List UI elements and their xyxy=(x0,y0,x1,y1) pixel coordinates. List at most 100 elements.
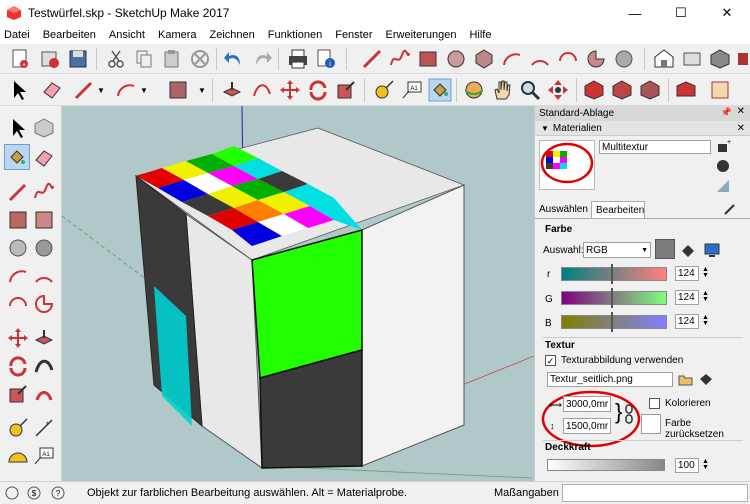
zoom-icon[interactable] xyxy=(518,78,542,102)
orbit-icon[interactable] xyxy=(462,78,486,102)
menu-fenster[interactable]: Fenster xyxy=(335,29,372,41)
tray-close-icon[interactable]: ✕ xyxy=(737,106,745,117)
reset-color-swatch[interactable] xyxy=(641,414,661,434)
close-button[interactable]: ✕ xyxy=(704,0,750,26)
spinner-opacity-icon[interactable]: ▲ ▼ xyxy=(702,458,709,471)
arc-tool-icon[interactable] xyxy=(114,78,138,102)
follow-me-left-icon[interactable] xyxy=(32,354,56,378)
offset-left-icon[interactable] xyxy=(32,382,56,406)
channel-g-input[interactable]: 124 xyxy=(675,290,699,305)
color-mode-select[interactable]: RGB ▼ xyxy=(583,242,651,258)
rotate-icon[interactable] xyxy=(306,78,330,102)
texture-width-input[interactable]: 3000,0mr xyxy=(563,396,611,412)
tab-bearbeiten[interactable]: Bearbeiten xyxy=(591,201,645,218)
texture-file-input[interactable]: Textur_seitlich.png xyxy=(547,372,673,387)
new-file-icon[interactable]: + xyxy=(8,47,32,71)
line-pencil-icon[interactable] xyxy=(72,78,96,102)
push-pull-left-icon[interactable] xyxy=(32,326,56,350)
geo-location-icon[interactable] xyxy=(4,485,20,501)
pencil-tool-icon[interactable] xyxy=(360,47,384,71)
material-name-input[interactable]: Multitextur xyxy=(599,140,711,154)
pan-hand-icon[interactable] xyxy=(490,78,514,102)
help-icon[interactable]: ? xyxy=(50,485,66,501)
layout-icon[interactable] xyxy=(708,78,732,102)
dropdown-arrow-icon[interactable]: ▼ xyxy=(97,86,105,95)
select-arrow-icon[interactable] xyxy=(8,78,32,102)
channel-r-slider[interactable] xyxy=(561,267,667,281)
menu-funktionen[interactable]: Funktionen xyxy=(268,29,322,41)
channel-g-slider[interactable] xyxy=(561,291,667,305)
eraser-icon[interactable] xyxy=(40,78,64,102)
slider-b-handle[interactable] xyxy=(611,312,613,332)
eraser-left-icon[interactable] xyxy=(32,146,56,170)
channel-r-input[interactable]: 124 xyxy=(675,266,699,281)
maximize-button[interactable]: ☐ xyxy=(658,0,704,26)
collapse-triangle-icon[interactable]: ▼ xyxy=(541,124,549,133)
colorize-checkbox[interactable] xyxy=(649,398,660,409)
spinner-r-icon[interactable]: ▲ ▼ xyxy=(702,266,709,279)
warehouse-red-icon[interactable] xyxy=(582,78,606,102)
extension-icon[interactable] xyxy=(736,47,750,71)
paint-bucket-active-icon[interactable] xyxy=(4,144,30,170)
shape-tool-icon[interactable] xyxy=(166,78,190,102)
freehand-icon[interactable] xyxy=(388,47,412,71)
line-left-icon[interactable] xyxy=(6,180,30,204)
pin-icon[interactable]: 📌 xyxy=(721,107,732,118)
3d-warehouse-upload-icon[interactable] xyxy=(680,47,704,71)
chain-link-icon[interactable] xyxy=(625,404,633,424)
erase-icon[interactable] xyxy=(188,47,212,71)
open-icon[interactable] xyxy=(38,47,62,71)
monitor-color-icon[interactable] xyxy=(703,241,721,259)
polygon-left-icon[interactable] xyxy=(32,236,56,260)
minimize-button[interactable]: — xyxy=(612,0,658,26)
spinner-b-icon[interactable]: ▲ ▼ xyxy=(702,314,709,327)
warehouse-icon[interactable] xyxy=(652,47,676,71)
rectangle-icon[interactable] xyxy=(416,47,440,71)
display-secondary-icon[interactable] xyxy=(715,178,731,194)
follow-me-icon[interactable] xyxy=(250,78,274,102)
dropdown-arrow-icon[interactable]: ▼ xyxy=(198,86,206,95)
tape-measure-icon[interactable] xyxy=(372,78,396,102)
opacity-input[interactable]: 100 xyxy=(675,458,699,473)
opacity-slider[interactable] xyxy=(547,459,665,471)
print-icon[interactable] xyxy=(286,47,310,71)
scale-icon[interactable] xyxy=(334,78,358,102)
channel-b-input[interactable]: 124 xyxy=(675,314,699,329)
select-icon[interactable] xyxy=(6,116,30,140)
arc-icon[interactable] xyxy=(500,47,524,71)
text-left-icon[interactable]: A1 xyxy=(32,444,56,468)
browse-folder-icon[interactable] xyxy=(677,371,694,388)
section-close-icon[interactable]: ✕ xyxy=(737,123,745,134)
circle-left-icon[interactable] xyxy=(6,236,30,260)
create-material-icon[interactable]: + xyxy=(715,138,731,154)
scale-left-icon[interactable] xyxy=(6,382,30,406)
share-model-icon[interactable] xyxy=(610,78,634,102)
menu-ansicht[interactable]: Ansicht xyxy=(109,29,145,41)
menu-datei[interactable]: Datei xyxy=(4,29,30,41)
text-tool-icon[interactable]: A1 xyxy=(400,78,424,102)
pie-icon[interactable] xyxy=(584,47,608,71)
channel-b-slider[interactable] xyxy=(561,315,667,329)
rectangle-left-icon[interactable] xyxy=(6,208,30,232)
menu-bearbeiten[interactable]: Bearbeiten xyxy=(43,29,96,41)
material-action-icon[interactable] xyxy=(715,158,731,174)
rotated-rect-left-icon[interactable] xyxy=(32,208,56,232)
dimension-left-icon[interactable]: * xyxy=(32,416,56,440)
materials-section-header[interactable]: ▼ Materialien ✕ xyxy=(535,121,750,136)
edit-texture-icon[interactable] xyxy=(697,371,714,388)
freehand-left-icon[interactable] xyxy=(32,180,56,204)
menu-hilfe[interactable]: Hilfe xyxy=(469,29,491,41)
tab-auswaehlen[interactable]: Auswählen xyxy=(539,204,588,215)
protractor-left-icon[interactable] xyxy=(6,444,30,468)
undo-icon[interactable] xyxy=(222,47,246,71)
eyedropper-icon[interactable] xyxy=(723,202,737,216)
move-left-icon[interactable] xyxy=(6,326,30,350)
texture-height-input[interactable]: 1500,0mr xyxy=(563,418,611,434)
three-point-arc-icon[interactable] xyxy=(556,47,580,71)
menu-kamera[interactable]: Kamera xyxy=(158,29,197,41)
rotate-left-icon[interactable] xyxy=(6,354,30,378)
slider-g-handle[interactable] xyxy=(611,288,613,308)
slider-r-handle[interactable] xyxy=(611,264,613,284)
make-component-icon[interactable] xyxy=(32,116,56,140)
zoom-extents-icon[interactable] xyxy=(546,78,570,102)
